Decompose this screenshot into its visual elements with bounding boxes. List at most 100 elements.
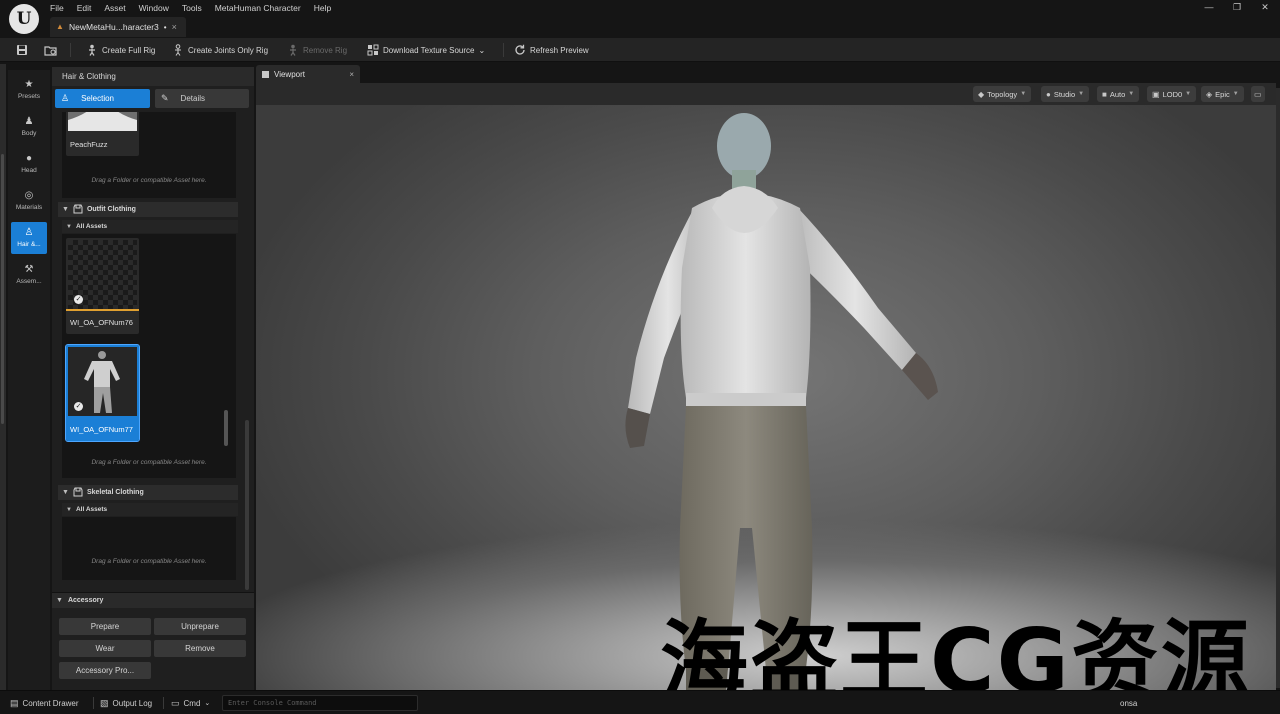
lod-label: LOD0 [1162, 89, 1183, 99]
section-outfit-clothing[interactable]: ▼ Outfit Clothing [58, 202, 238, 217]
chevron-down-icon: ▼ [66, 223, 72, 230]
asset-label: WI_OA_OFNum76 [70, 318, 133, 327]
lod-dropdown[interactable]: ▣ LOD0 ▼ [1147, 86, 1197, 102]
menu-edit[interactable]: Edit [77, 2, 100, 14]
output-log-icon: ▧ [100, 697, 109, 708]
quality-dropdown[interactable]: ◈ Epic ▼ [1201, 86, 1244, 102]
drop-hint: Drag a Folder or compatible Asset here. [91, 177, 207, 184]
remove-button[interactable]: Remove [154, 640, 246, 657]
viewport[interactable]: ◆ Topology ▼ ● Studio ▼ ■ Auto ▼ ▣ LOD0 … [256, 83, 1276, 690]
subsection-label: All Assets [75, 223, 108, 230]
rail-item-head[interactable]: ● Head [11, 148, 47, 180]
create-joints-only-rig-button[interactable]: Create Joints Only Rig [172, 41, 268, 59]
body-icon: ♟ [24, 116, 34, 127]
browse-button[interactable] [44, 41, 57, 59]
chevron-down-icon: ▼ [56, 597, 63, 604]
category-rail: ★ Presets ♟ Body ● Head ◎ Materials ♙ Ha… [8, 70, 50, 690]
panel-scroll-area[interactable]: PeachFuzz Drag a Folder or compatible As… [58, 112, 240, 590]
accessory-section: ▼ Accessory Prepare Unprepare Wear Remov… [52, 592, 254, 690]
document-tab-close-icon[interactable]: × [172, 22, 177, 32]
rail-item-label: Hair &... [17, 241, 41, 248]
subsection-all-assets[interactable]: ▼ All Assets [62, 503, 238, 516]
status-right: onsa [1120, 695, 1137, 711]
unprepare-button[interactable]: Unprepare [154, 618, 246, 635]
camera-dropdown[interactable]: ■ Auto ▼ [1097, 86, 1140, 102]
asset-tile-wi-oa-ofnum77[interactable]: ✓ WI_OA_OFNum77 [65, 344, 140, 442]
refresh-preview-label: Refresh Preview [530, 45, 589, 55]
menu-file[interactable]: File [50, 2, 72, 14]
status-separator [163, 697, 164, 709]
lighting-dropdown[interactable]: ● Studio ▼ [1041, 86, 1090, 102]
document-tab[interactable]: ▲ NewMetaHu...haracter3 • × [50, 17, 186, 37]
content-drawer-button[interactable]: ▤ Content Drawer [10, 695, 79, 711]
menu-window[interactable]: Window [139, 2, 177, 14]
edge-scrollbar[interactable] [1, 154, 4, 424]
output-log-button[interactable]: ▧ Output Log [100, 695, 152, 711]
person-icon: ♙ [24, 227, 34, 238]
skeletal-drop-area[interactable]: Drag a Folder or compatible Asset here. [62, 517, 236, 580]
status-bar: ▤ Content Drawer ▧ Output Log ▭ Cmd ⌄ En… [0, 690, 1280, 714]
topology-dropdown[interactable]: ◆ Topology ▼ [973, 86, 1032, 102]
outfit-drop-area[interactable]: ✓ WI_OA_OFNum76 ✓ WI_OA_OFNum77 Drag a F… [62, 234, 236, 478]
accessory-header[interactable]: ▼ Accessory [52, 593, 254, 608]
asset-tile-wi-oa-ofnum76[interactable]: ✓ WI_OA_OFNum76 [66, 238, 139, 334]
topology-label: Topology [987, 89, 1018, 99]
viewport-menu-button[interactable]: ▭ [1251, 86, 1265, 102]
asset-tile-peachfuzz[interactable]: PeachFuzz [66, 112, 139, 156]
tab-selection[interactable]: ♙ Selection [55, 89, 150, 108]
create-full-rig-button[interactable]: Create Full Rig [86, 41, 155, 59]
output-log-label: Output Log [112, 698, 153, 708]
panel-scrollbar[interactable] [245, 420, 249, 590]
rail-item-body[interactable]: ♟ Body [11, 111, 47, 143]
viewport-icon [262, 70, 269, 78]
rail-item-hair-clothing[interactable]: ♙ Hair &... [11, 222, 47, 254]
cmd-dropdown[interactable]: ▭ Cmd ⌄ [171, 695, 210, 711]
wear-button[interactable]: Wear [59, 640, 151, 657]
chevron-down-icon: ⌄ [478, 45, 486, 55]
accessory-label: Accessory [67, 597, 104, 604]
download-texture-source-button[interactable]: Download Texture Source ⌄ [367, 41, 485, 59]
create-joints-only-rig-label: Create Joints Only Rig [188, 45, 269, 55]
section-skeletal-clothing[interactable]: ▼ Skeletal Clothing [58, 485, 238, 500]
rail-item-materials[interactable]: ◎ Materials [11, 185, 47, 217]
unreal-logo[interactable]: U [9, 4, 39, 34]
content-drawer-label: Content Drawer [22, 698, 79, 708]
document-tab-label: NewMetaHu...haracter3 [69, 22, 159, 32]
refresh-preview-button[interactable]: Refresh Preview [514, 41, 589, 59]
hammer-icon: ⚒ [24, 264, 34, 275]
tab-details[interactable]: ✎ Details [155, 89, 249, 108]
menu-tools[interactable]: Tools [182, 2, 210, 14]
drop-hint: Drag a Folder or compatible Asset here. [91, 459, 207, 466]
console-label[interactable]: onsa [1120, 699, 1137, 708]
chevron-down-icon: ▼ [1020, 91, 1027, 97]
restore-button[interactable]: ❐ [1232, 2, 1242, 12]
chevron-down-icon: ▼ [1078, 91, 1085, 97]
viewport-tab-close-icon[interactable]: × [349, 70, 354, 79]
rail-item-assembly[interactable]: ⚒ Assem... [11, 259, 47, 291]
rail-item-presets[interactable]: ★ Presets [11, 74, 47, 106]
remove-rig-button[interactable]: Remove Rig [287, 41, 347, 59]
joints-icon [172, 44, 184, 56]
console-command-input[interactable]: Enter Console Command [222, 695, 418, 711]
topology-icon: ◆ [978, 89, 985, 99]
prepare-button[interactable]: Prepare [59, 618, 151, 635]
chevron-down-icon: ▼ [62, 206, 69, 213]
menu-help[interactable]: Help [314, 2, 339, 14]
menu-metahuman-character[interactable]: MetaHuman Character [215, 2, 309, 14]
rail-item-label: Body [21, 130, 37, 137]
drop-hint: Drag a Folder or compatible Asset here. [91, 558, 207, 565]
close-window-button[interactable]: ✕ [1260, 2, 1270, 12]
hair-drop-area[interactable]: PeachFuzz Drag a Folder or compatible As… [62, 112, 236, 198]
check-icon: ✓ [74, 402, 83, 411]
viewport-tab[interactable]: Viewport × [256, 65, 360, 83]
check-icon: ✓ [74, 295, 83, 304]
save-button[interactable] [16, 41, 28, 59]
subsection-all-assets[interactable]: ▼ All Assets [62, 220, 238, 233]
accessory-properties-button[interactable]: Accessory Pro... [59, 662, 151, 679]
download-texture-source-label: Download Texture Source [383, 45, 475, 55]
minimize-button[interactable]: — [1204, 2, 1214, 12]
menu-asset[interactable]: Asset [104, 2, 133, 14]
status-separator [93, 697, 94, 709]
cmd-label: Cmd [183, 698, 201, 708]
asset-list-scrollbar[interactable] [224, 410, 228, 446]
